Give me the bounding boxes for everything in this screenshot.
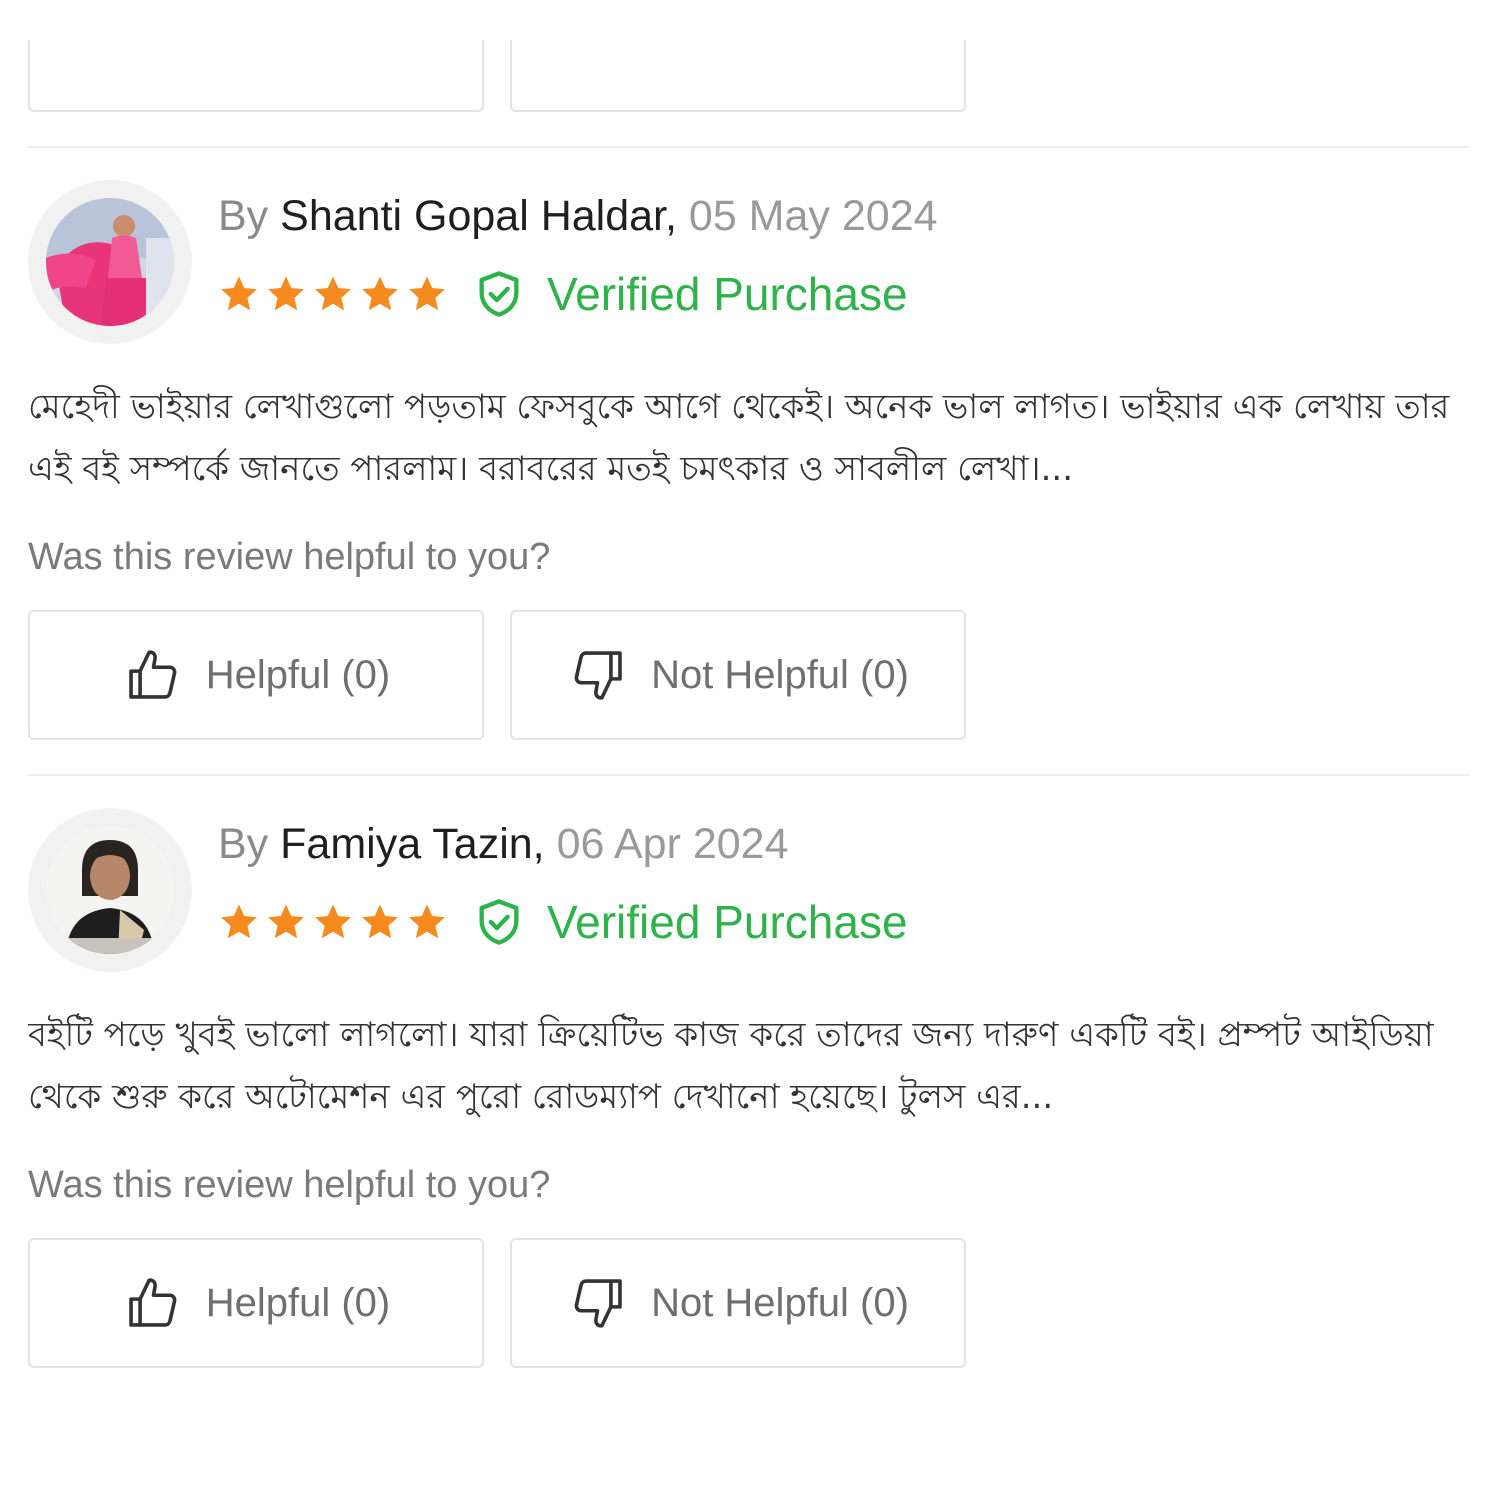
thumbs-down-icon: [574, 1279, 622, 1328]
reviewer-name[interactable]: Shanti Gopal Haldar: [280, 192, 665, 240]
star-icon: [362, 276, 398, 311]
star-icon: [221, 276, 257, 311]
avatar: [28, 180, 192, 344]
not-helpful-label: Not Helpful (0): [651, 1280, 909, 1325]
star-icon: [409, 276, 445, 311]
not-helpful-button[interactable]: Not Helpful (0): [510, 610, 966, 740]
review-date: 05 May 2024: [688, 192, 938, 240]
verified-purchase-label: Verified Purchase: [547, 268, 908, 320]
review-divider: [28, 774, 1470, 776]
star-icon: [268, 276, 304, 311]
helpful-question: Was this review helpful to you?: [28, 536, 551, 578]
review-byline: By Shanti Gopal Haldar, 05 May 2024: [218, 190, 938, 242]
verified-purchase-label: Verified Purchase: [547, 896, 908, 948]
review-text: বইটি পড়ে খুবই ভালো লাগলো। যারা ক্রিয়েট…: [28, 1015, 1434, 1117]
not-helpful-button[interactable]: Not Helpful (0): [510, 1238, 966, 1368]
by-prefix: By: [218, 192, 281, 240]
star-icon: [315, 276, 351, 311]
thumbs-up-icon: [128, 1278, 177, 1327]
star-rating: [218, 273, 448, 315]
star-icon: [409, 904, 445, 939]
review-date: 06 Apr 2024: [556, 820, 789, 868]
star-rating: [218, 901, 448, 943]
thumbs-up-icon: [128, 650, 177, 699]
byline-separator: ,: [532, 820, 545, 868]
review-item: By Famiya Tazin, 06 Apr 2024 Verified Pu…: [28, 808, 1470, 1408]
byline-separator: ,: [665, 192, 677, 240]
review-byline: By Famiya Tazin, 06 Apr 2024: [218, 818, 789, 870]
helpful-button[interactable]: Helpful (0): [28, 1238, 484, 1368]
previous-helpful-button[interactable]: [28, 40, 484, 112]
helpful-label: Helpful (0): [205, 1280, 391, 1325]
not-helpful-label: Not Helpful (0): [651, 652, 909, 697]
star-icon: [362, 904, 398, 939]
rating-row: Verified Purchase: [218, 266, 908, 322]
helpful-question: Was this review helpful to you?: [28, 1164, 551, 1206]
star-icon: [268, 904, 304, 939]
star-icon: [315, 904, 351, 939]
reviews-panel: By Shanti Gopal Haldar, 05 May 2024 Veri…: [0, 0, 1500, 1500]
thumbs-down-icon: [574, 651, 622, 700]
avatar: [28, 808, 192, 972]
previous-not-helpful-button[interactable]: [510, 40, 966, 112]
reviewer-name[interactable]: Famiya Tazin: [280, 820, 533, 868]
review-text: মেহেদী ভাইয়ার লেখাগুলো পড়তাম ফেসবুকে আ…: [28, 387, 1450, 489]
helpful-button[interactable]: Helpful (0): [28, 610, 484, 740]
shield-check-icon: [479, 899, 519, 945]
helpful-label: Helpful (0): [205, 652, 391, 697]
star-icon: [221, 904, 257, 939]
review-divider: [28, 146, 1470, 148]
rating-row: Verified Purchase: [218, 894, 908, 950]
by-prefix: By: [218, 820, 281, 868]
review-item: By Shanti Gopal Haldar, 05 May 2024 Veri…: [28, 180, 1470, 780]
shield-check-icon: [479, 271, 519, 317]
previous-review-vote-buttons: [28, 40, 968, 114]
